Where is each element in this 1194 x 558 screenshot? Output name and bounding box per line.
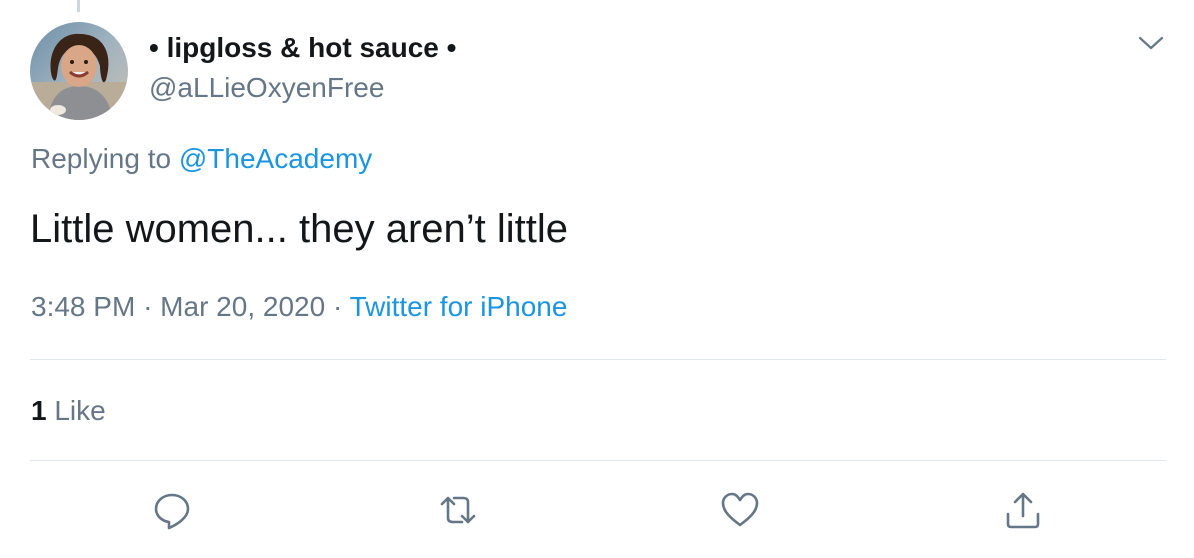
tweet-text: Little women... they aren’t little [30,207,569,251]
divider [30,359,1166,360]
chevron-down-icon [1138,36,1164,50]
display-name[interactable]: • lipgloss & hot sauce • [149,32,456,64]
thread-connector-line [77,0,80,12]
reply-icon [154,493,190,530]
meta-separator: · [332,291,343,322]
share-icon [1006,492,1040,529]
tweet-time[interactable]: 3:48 PM [31,291,135,322]
tweet-source[interactable]: Twitter for iPhone [350,291,568,322]
heart-icon [721,492,759,527]
reply-button[interactable] [152,490,192,530]
share-button[interactable] [1003,490,1043,530]
tweet-date[interactable]: Mar 20, 2020 [160,291,325,322]
retweet-button[interactable] [438,490,478,530]
user-handle[interactable]: @aLLieOxyenFree [149,72,384,104]
like-button[interactable] [720,490,760,530]
meta-separator: · [143,291,153,322]
avatar[interactable] [30,22,128,120]
likes-count: 1 [31,395,47,426]
divider [30,460,1166,461]
tweet-meta: 3:48 PM · Mar 20, 2020 · Twitter for iPh… [31,291,567,323]
retweet-icon [440,496,476,524]
replying-to: Replying to @TheAcademy [31,143,372,175]
replying-to-label: Replying to [31,143,172,174]
replying-to-mention[interactable]: @TheAcademy [179,143,372,174]
likes-stat[interactable]: 1 Like [31,395,106,427]
tweet-menu-button[interactable] [1137,33,1165,53]
likes-label: Like [54,395,106,426]
user-avatar-photo [30,22,128,120]
